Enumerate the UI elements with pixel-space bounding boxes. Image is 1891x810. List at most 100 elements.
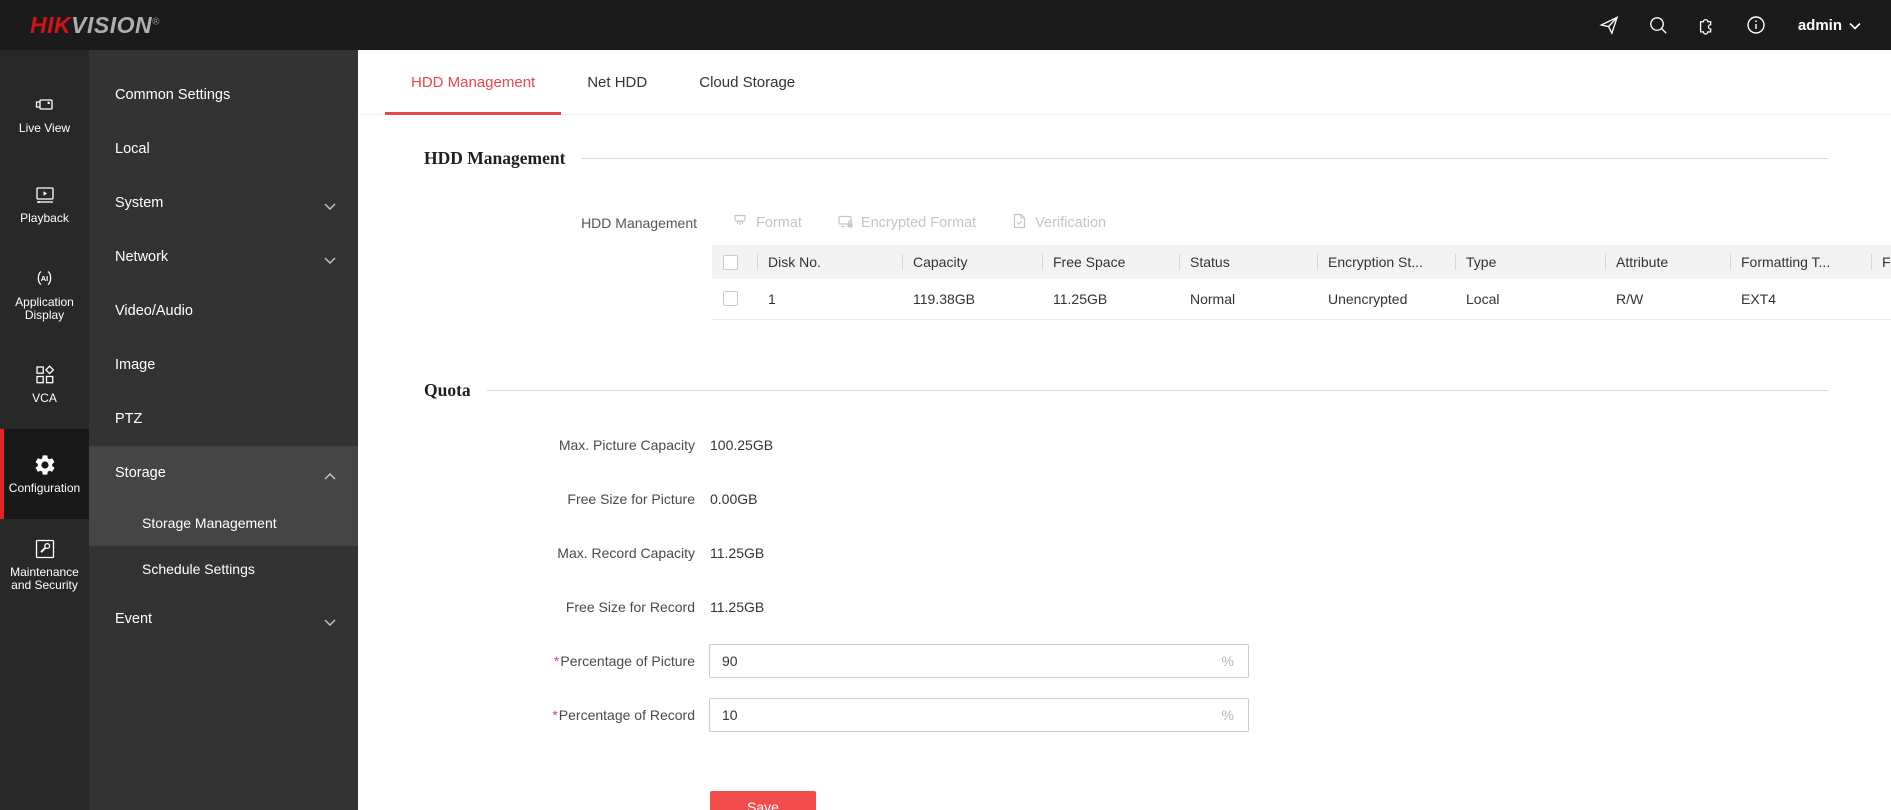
info-icon[interactable] xyxy=(1745,14,1767,36)
button-label: Encrypted Format xyxy=(860,215,977,231)
rail-item-configuration[interactable]: Configuration xyxy=(0,429,89,519)
cell-formatting-progress xyxy=(1871,279,1891,320)
percentage-of-record-input[interactable] xyxy=(710,705,1248,724)
vca-icon xyxy=(33,363,57,387)
quota-field-max-picture-capacity: Max. Picture Capacity 100.25GB xyxy=(358,428,1891,462)
field-label: *Percentage of Picture xyxy=(358,653,695,669)
rail-item-playback[interactable]: Playback xyxy=(0,159,89,249)
hdd-table: Disk No. Capacity Free Space Status Encr… xyxy=(712,245,1891,320)
section-divider xyxy=(581,158,1829,159)
menu-item-event[interactable]: Event xyxy=(89,592,358,646)
playback-icon xyxy=(33,183,57,207)
menu-item-label: Schedule Settings xyxy=(142,561,255,577)
verification-button[interactable]: Verification xyxy=(1010,212,1106,234)
row-checkbox[interactable] xyxy=(723,291,738,307)
quota-section-header: Quota xyxy=(424,380,1829,401)
required-asterisk: * xyxy=(553,652,560,669)
menu-item-local[interactable]: Local xyxy=(89,122,358,176)
quota-input-row-percentage-of-record: *Percentage of Record % xyxy=(358,697,1891,732)
menu-item-network[interactable]: Network xyxy=(89,230,358,284)
column-type: Type xyxy=(1455,245,1605,279)
menu-item-image[interactable]: Image xyxy=(89,338,358,392)
field-label-text: Percentage of Record xyxy=(558,706,695,723)
storage-tabs: HDD Management Net HDD Cloud Storage xyxy=(358,50,1891,115)
plugin-icon[interactable] xyxy=(1696,14,1718,36)
configuration-gear-icon xyxy=(33,453,57,477)
tab-hdd-management[interactable]: HDD Management xyxy=(385,50,562,115)
tab-label: HDD Management xyxy=(411,73,536,91)
rail-item-live-view[interactable]: Live View xyxy=(0,69,89,159)
field-label-text: Percentage of Picture xyxy=(560,652,695,669)
cell-formatting-type: EXT4 xyxy=(1730,279,1871,320)
cell-encryption-status: Unencrypted xyxy=(1317,279,1455,320)
menu-item-ptz[interactable]: PTZ xyxy=(89,392,358,446)
top-bar-actions: admin xyxy=(1598,14,1861,36)
column-disk-no: Disk No. xyxy=(757,245,902,279)
select-all-cell xyxy=(712,245,757,279)
save-button[interactable]: Save xyxy=(710,790,816,810)
field-label: Free Size for Picture xyxy=(567,490,695,507)
menu-item-label: System xyxy=(115,195,164,211)
menu-item-label: Video/Audio xyxy=(115,303,193,319)
chevron-down-icon xyxy=(324,199,336,210)
user-menu[interactable]: admin xyxy=(1798,17,1861,34)
table-row: 1 119.38GB 11.25GB Normal Unencrypted Lo… xyxy=(712,279,1891,320)
application-display-icon: AI xyxy=(33,267,57,291)
logo-registered-mark: ® xyxy=(152,15,160,27)
field-label: Max. Picture Capacity xyxy=(558,436,695,453)
send-icon[interactable] xyxy=(1598,14,1620,36)
logo-vision: VISION xyxy=(71,11,153,38)
rail-item-label: Configuration xyxy=(8,481,81,495)
field-value: 11.25GB xyxy=(710,598,765,615)
menu-item-label: Local xyxy=(115,141,150,157)
chevron-down-icon xyxy=(1849,17,1861,34)
select-all-checkbox[interactable] xyxy=(723,254,738,270)
field-label: *Percentage of Record xyxy=(358,707,695,723)
menu-item-video-audio[interactable]: Video/Audio xyxy=(89,284,358,338)
cell-capacity: 119.38GB xyxy=(902,279,1042,320)
config-side-menu: Common Settings Local System Network Vid… xyxy=(89,50,358,810)
rail-item-maintenance-and-security[interactable]: Maintenance and Security xyxy=(0,519,89,609)
percentage-of-picture-input[interactable] xyxy=(710,651,1248,670)
field-value: 100.25GB xyxy=(710,436,774,453)
tab-cloud-storage[interactable]: Cloud Storage xyxy=(673,50,821,114)
menu-item-storage[interactable]: Storage xyxy=(89,446,358,500)
menu-item-storage-management[interactable]: Storage Management xyxy=(89,500,358,546)
rail-item-label: Maintenance and Security xyxy=(10,564,79,592)
chevron-up-icon xyxy=(324,469,336,480)
quota-field-free-size-record: Free Size for Record 11.25GB xyxy=(358,590,1891,624)
rail-item-vca[interactable]: VCA xyxy=(0,339,89,429)
format-button[interactable]: Format xyxy=(731,212,802,234)
field-value: 0.00GB xyxy=(710,490,758,507)
tab-net-hdd[interactable]: Net HDD xyxy=(561,50,673,114)
rail-item-label: Playback xyxy=(20,211,69,225)
chevron-down-icon xyxy=(324,253,336,264)
percent-suffix: % xyxy=(1221,652,1234,669)
hdd-management-section-header: HDD Management xyxy=(424,148,1829,169)
cell-free-space: 11.25GB xyxy=(1042,279,1179,320)
search-icon[interactable] xyxy=(1647,14,1669,36)
encrypted-format-button[interactable]: Encrypted Format xyxy=(836,212,976,234)
field-value: 11.25GB xyxy=(710,544,765,561)
field-label: Max. Record Capacity xyxy=(557,544,695,561)
menu-item-system[interactable]: System xyxy=(89,176,358,230)
table-header-row: Disk No. Capacity Free Space Status Encr… xyxy=(712,245,1891,279)
column-formatting-type: Formatting T... xyxy=(1730,245,1871,279)
row-select-cell xyxy=(712,279,757,320)
tab-label: Cloud Storage xyxy=(699,73,796,91)
section-title: Quota xyxy=(424,379,471,400)
column-formatting-progress: F xyxy=(1871,245,1891,279)
nav-rail: Live View Playback AI Application Displa… xyxy=(0,50,89,810)
hikvision-web-app: HIKVISION® admin Live View Playback AI A… xyxy=(0,0,1891,810)
rail-item-label: VCA xyxy=(32,391,57,405)
hikvision-logo: HIKVISION® xyxy=(30,12,160,39)
menu-item-schedule-settings[interactable]: Schedule Settings xyxy=(89,546,358,592)
section-title: HDD Management xyxy=(424,148,566,168)
button-label: Verification xyxy=(1035,215,1107,231)
percentage-of-record-input-wrap: % xyxy=(709,697,1249,732)
menu-item-label: Event xyxy=(115,611,153,627)
button-label: Format xyxy=(756,215,802,231)
rail-item-application-display[interactable]: AI Application Display xyxy=(0,249,89,339)
format-brush-icon xyxy=(731,212,749,234)
menu-item-common-settings[interactable]: Common Settings xyxy=(89,68,358,122)
